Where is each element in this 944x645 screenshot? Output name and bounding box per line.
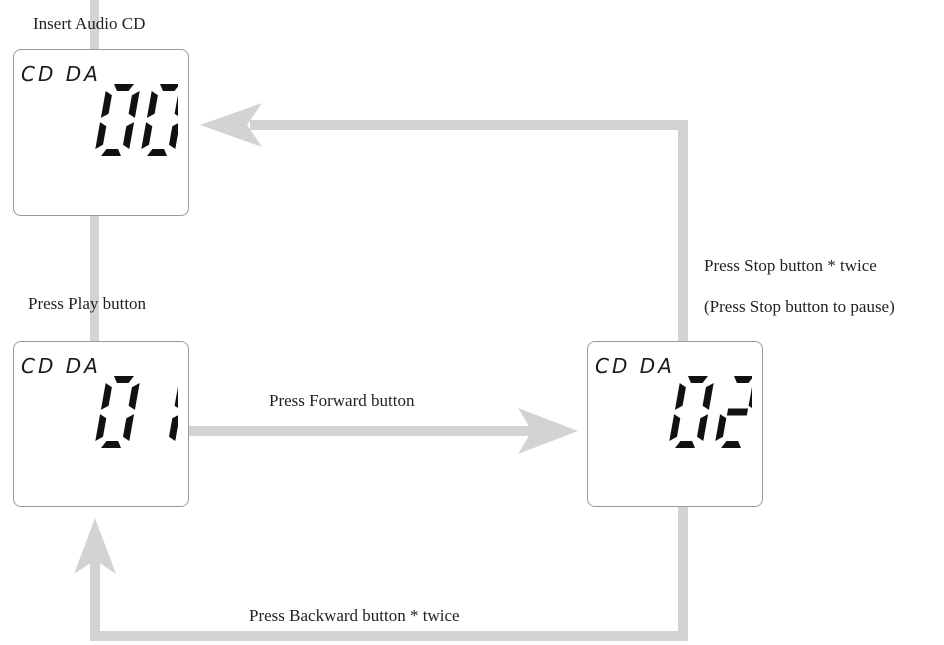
lcd-segment-a xyxy=(688,376,708,383)
lcd-segment-d xyxy=(101,149,121,156)
lcd-segment-b xyxy=(748,387,752,408)
lcd-mode-label: CD DA xyxy=(21,62,101,86)
lcd-segment-a xyxy=(734,376,752,383)
stop-loop-horizontal xyxy=(250,120,688,130)
play-connector xyxy=(90,215,99,341)
lcd-digit-1 xyxy=(169,387,178,441)
lcd-segment-c xyxy=(169,415,178,441)
stop-loop-vertical xyxy=(678,120,688,341)
lcd-panel-02: CD DA xyxy=(587,341,763,507)
label-press-forward: Press Forward button xyxy=(269,391,415,410)
lcd-segment-d xyxy=(147,149,167,156)
lcd-digit-0 xyxy=(669,376,714,448)
lcd-segment-f xyxy=(674,383,686,410)
lcd-panel-00: CD DA xyxy=(13,49,189,216)
lcd-segment-f xyxy=(100,91,112,118)
lcd-segment-e xyxy=(669,414,681,441)
lcd-segment-e xyxy=(141,122,153,149)
lcd-segment-d xyxy=(101,441,121,448)
lcd-digit-0 xyxy=(141,84,178,156)
lcd-segment-e xyxy=(95,414,107,441)
lcd-segment-c xyxy=(697,414,709,441)
label-stop-note: (Press Stop button to pause) xyxy=(704,297,895,316)
lcd-digits xyxy=(669,376,752,448)
label-press-play: Press Play button xyxy=(28,294,147,313)
lcd-segment-d xyxy=(675,441,695,448)
lcd-segment-f xyxy=(146,91,158,118)
lcd-segment-a xyxy=(114,84,134,91)
lcd-mode-label: CD DA xyxy=(595,354,675,378)
lcd-segment-c xyxy=(169,123,178,149)
lcd-segment-b xyxy=(174,95,178,116)
lcd-segment-b xyxy=(128,91,140,118)
lcd-segment-a xyxy=(160,84,178,91)
backward-loop-vertical xyxy=(678,507,688,641)
label-press-backward: Press Backward button * twice xyxy=(249,606,460,625)
lcd-segment-g xyxy=(726,408,749,416)
lcd-mode-label: CD DA xyxy=(21,354,101,378)
label-press-stop: Press Stop button * twice xyxy=(704,256,877,275)
forward-arrow-shaft xyxy=(188,426,533,436)
lcd-segment-b xyxy=(702,383,714,410)
lcd-segment-b xyxy=(128,383,140,410)
label-insert-audio-cd: Insert Audio CD xyxy=(33,14,146,33)
lcd-panel-01: CD DA xyxy=(13,341,189,507)
lcd-digit-0 xyxy=(95,376,140,448)
lcd-segment-c xyxy=(123,122,135,149)
lcd-digits xyxy=(95,376,178,448)
cd-flow-diagram: CD DA CD DA CD DA Insert Audio CD Press … xyxy=(0,0,944,645)
lcd-segment-c xyxy=(123,414,135,441)
lcd-digit-2 xyxy=(715,376,752,448)
backward-loop-horizontal xyxy=(90,631,688,641)
backward-loop-rise xyxy=(90,560,100,641)
lcd-segment-a xyxy=(114,376,134,383)
lcd-segment-e xyxy=(95,122,107,149)
lcd-digits xyxy=(95,84,178,156)
lcd-segment-d xyxy=(721,441,741,448)
lcd-segment-b xyxy=(174,387,178,408)
lcd-segment-e xyxy=(715,414,727,441)
lcd-segment-f xyxy=(100,383,112,410)
lcd-digit-0 xyxy=(95,84,140,156)
